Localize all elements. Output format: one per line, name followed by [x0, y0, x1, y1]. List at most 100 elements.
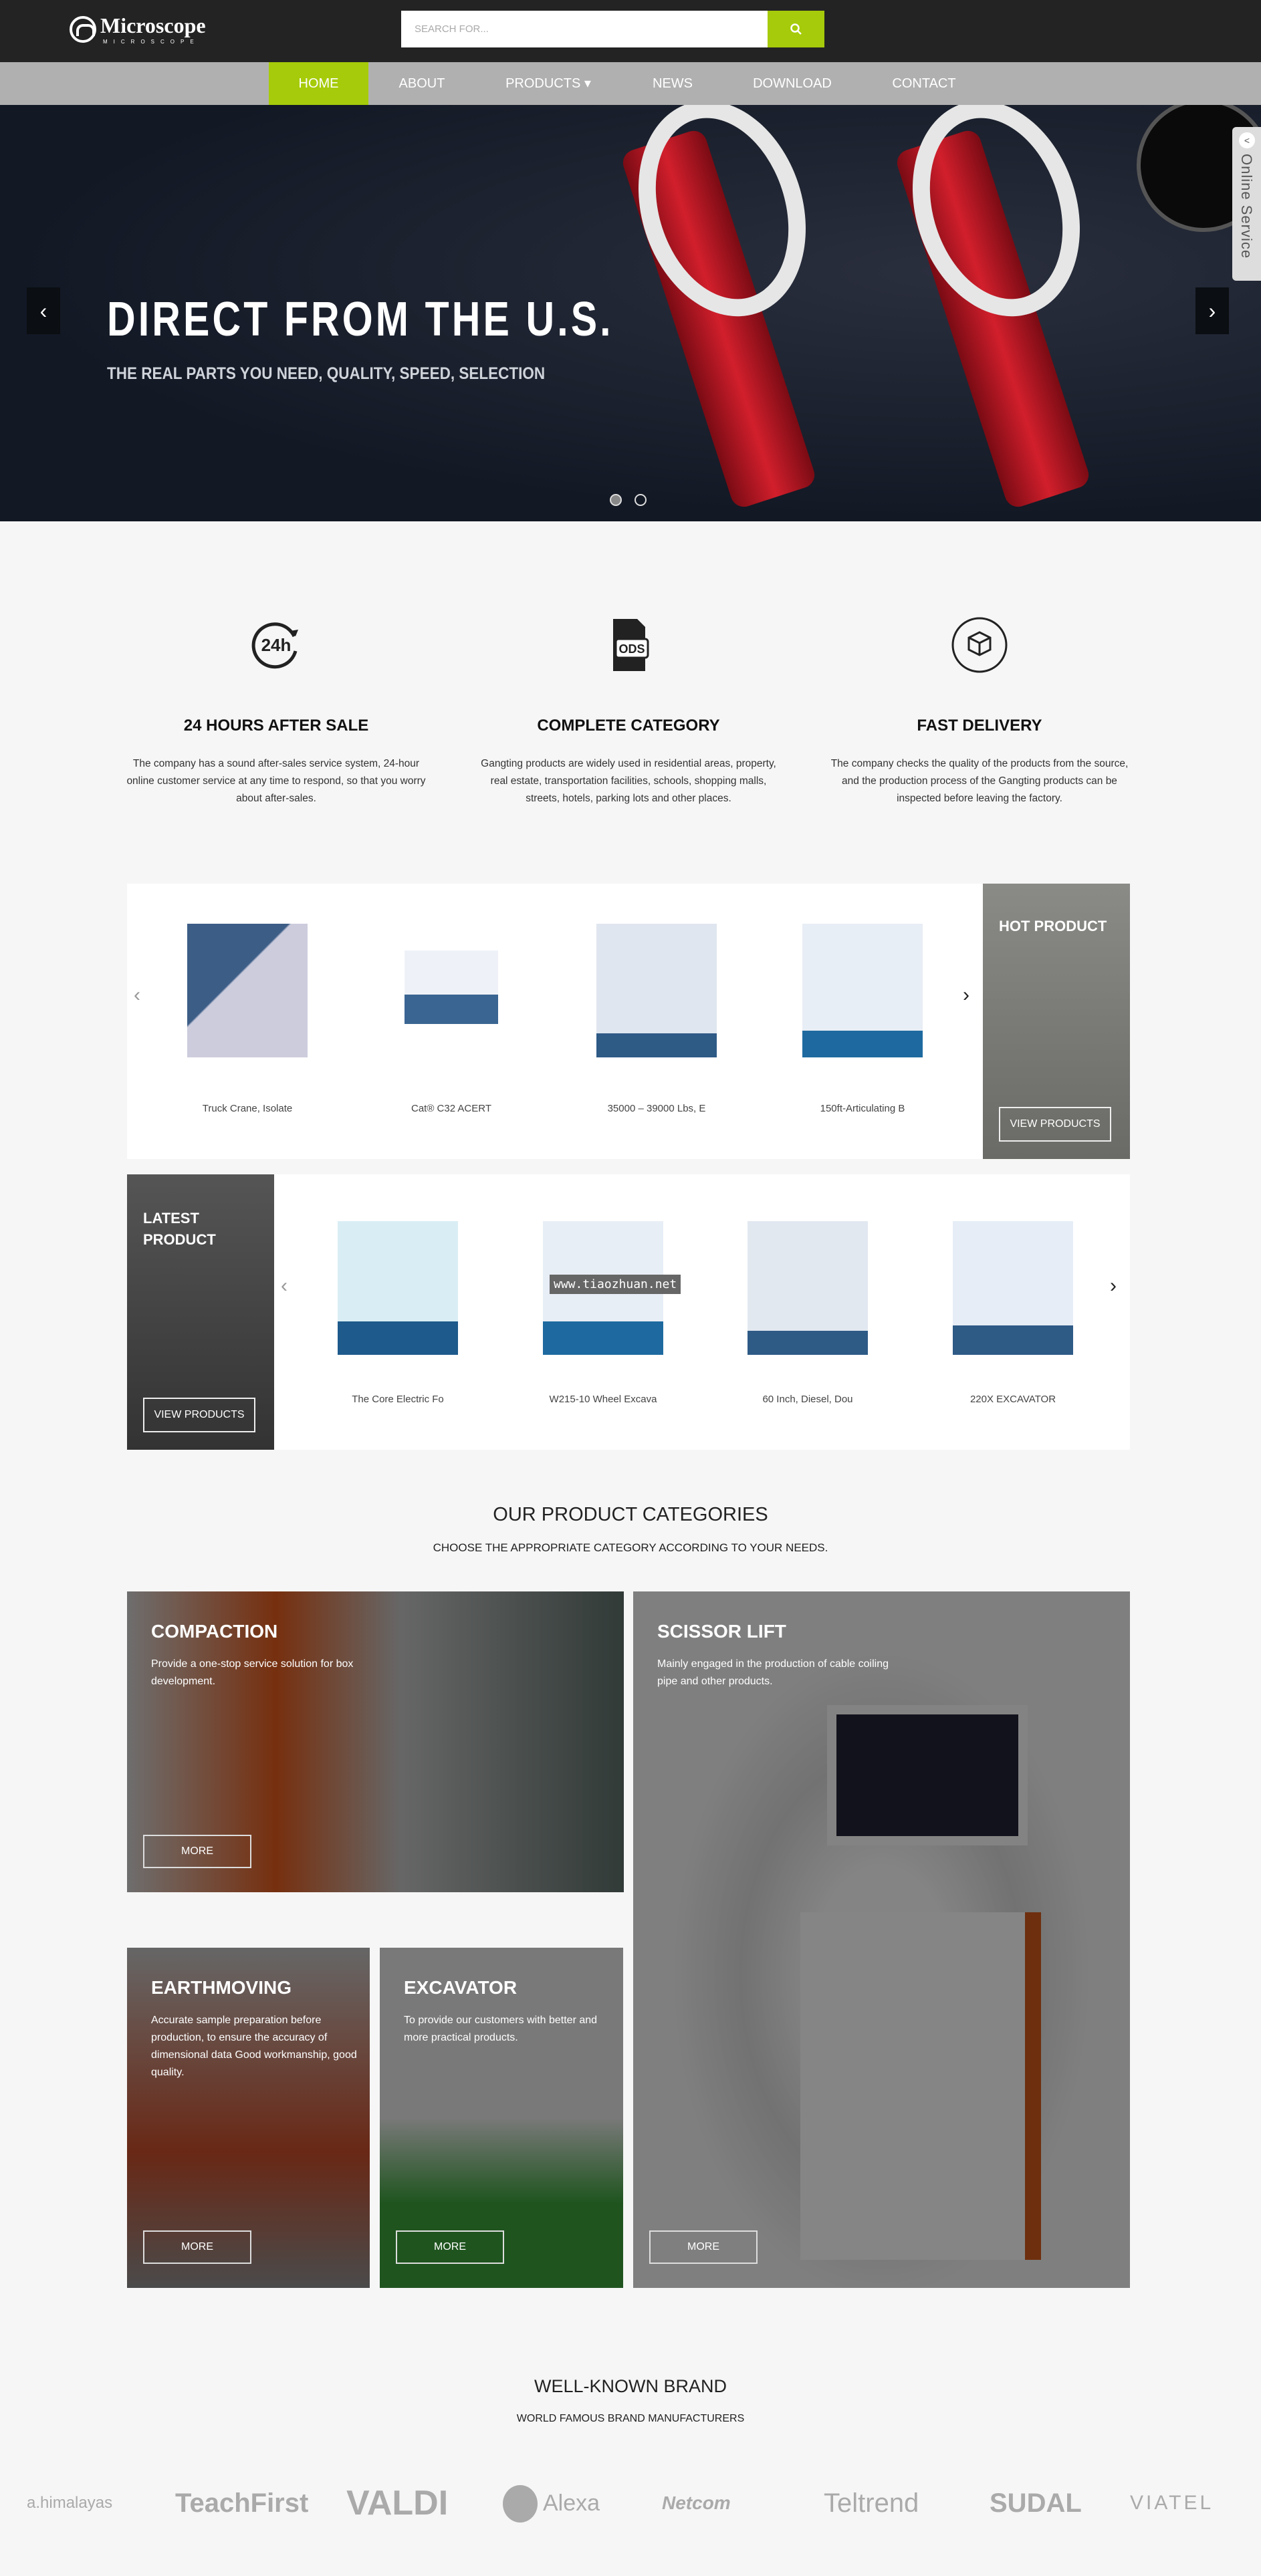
product-card[interactable]: The Core Electric Fo	[311, 1221, 485, 1405]
product-card[interactable]: Truck Crane, Isolate	[160, 924, 334, 1114]
product-name: 220X EXCAVATOR	[969, 1394, 1056, 1405]
feature-title: COMPLETE CATEGORY	[537, 717, 720, 735]
spring-coil	[611, 105, 833, 339]
online-service-tab[interactable]: < Online Service	[1232, 127, 1261, 281]
feature-fast-delivery: FAST DELIVERY The company checks the qua…	[826, 615, 1133, 807]
nav-about[interactable]: ABOUT	[382, 62, 462, 105]
carousel-next-icon[interactable]: ›	[963, 984, 969, 1007]
search-input[interactable]	[401, 11, 768, 47]
product-card[interactable]: 220X EXCAVATOR	[926, 1221, 1100, 1405]
svg-text:ODS: ODS	[618, 642, 645, 656]
brand-logo-valdi[interactable]: VALDI	[346, 2483, 448, 2523]
svg-text:24h: 24h	[261, 635, 292, 655]
hero-prev-button[interactable]: ‹	[27, 287, 60, 334]
categories-title: OUR PRODUCT CATEGORIES	[493, 1504, 768, 1525]
product-name: Cat® C32 ACERT	[411, 1103, 491, 1114]
feature-text: Gangting products are widely used in res…	[481, 758, 776, 804]
slide-dot-1[interactable]	[610, 494, 622, 506]
nav-news[interactable]: NEWS	[633, 62, 713, 105]
product-card[interactable]: Cat® C32 ACERT	[364, 924, 538, 1114]
spring-coil	[885, 105, 1107, 339]
category-text: Accurate sample preparation before produ…	[151, 2015, 357, 2078]
latest-product-panel: LATEST PRODUCT VIEW PRODUCTS	[127, 1174, 274, 1450]
product-image	[405, 950, 498, 1024]
category-earthmoving[interactable]: EARTHMOVING Accurate sample preparation …	[127, 1948, 370, 2288]
category-scissor-lift[interactable]: SCISSOR LIFT Mainly engaged in the produ…	[633, 1591, 1130, 2288]
chevron-left-icon: ‹	[39, 298, 47, 323]
product-name: W215-10 Wheel Excava	[549, 1394, 657, 1405]
carousel-prev-icon[interactable]: ‹	[281, 1275, 288, 1297]
feature-title: FAST DELIVERY	[917, 717, 1042, 735]
product-name: 150ft-Articulating B	[820, 1103, 905, 1114]
hero-slider: DIRECT FROM THE U.S. THE REAL PARTS YOU …	[0, 105, 1261, 521]
product-image	[596, 924, 717, 1057]
category-text: Mainly engaged in the production of cabl…	[657, 1658, 889, 1687]
product-card[interactable]: 35000 – 39000 Lbs, E	[570, 924, 743, 1114]
hero-title: DIRECT FROM THE U.S.	[107, 293, 614, 346]
online-service-label: Online Service	[1238, 154, 1255, 259]
latest-product-title: LATEST PRODUCT	[143, 1208, 216, 1251]
alexa-circle-icon	[503, 2485, 538, 2523]
categories-subtitle: CHOOSE THE APPROPRIATE CATEGORY ACCORDIN…	[433, 1541, 828, 1554]
carousel-prev-icon[interactable]: ‹	[134, 984, 140, 1007]
nav-download[interactable]: DOWNLOAD	[742, 62, 842, 105]
more-button[interactable]: MORE	[649, 2230, 758, 2264]
category-title: SCISSOR LIFT	[657, 1621, 786, 1642]
logo-text: Microscope	[100, 13, 206, 37]
brand-logo-himalayas[interactable]: a.himalayas	[27, 2483, 112, 2523]
ods-file-icon: ODS	[598, 615, 659, 675]
brands-subtitle: WORLD FAMOUS BRAND MANUFACTURERS	[516, 2413, 745, 2424]
brand-logo-netcom[interactable]: Netcom	[662, 2483, 731, 2523]
logo-mark-icon	[70, 16, 96, 43]
nav-contact[interactable]: CONTACT	[877, 62, 971, 105]
product-card[interactable]: 150ft-Articulating B	[776, 924, 949, 1114]
feature-after-sale: 24h 24 HOURS AFTER SALE The company has …	[122, 615, 430, 807]
nav-home[interactable]: HOME	[269, 62, 368, 105]
category-text: To provide our customers with better and…	[404, 2015, 598, 2043]
logo-subtext: MICROSCOPE	[103, 39, 200, 45]
product-name: 60 Inch, Diesel, Dou	[762, 1394, 853, 1405]
product-name: 35000 – 39000 Lbs, E	[607, 1103, 706, 1114]
brands-title: WELL-KNOWN BRAND	[534, 2376, 727, 2396]
carousel-next-icon[interactable]: ›	[1110, 1275, 1117, 1297]
product-image: www.tiaozhuan.net	[543, 1221, 681, 1355]
product-card[interactable]: www.tiaozhuan.net W215-10 Wheel Excava	[516, 1221, 690, 1405]
category-title: COMPACTION	[151, 1621, 278, 1642]
chevron-icon[interactable]: <	[1239, 132, 1255, 148]
watermark-label: www.tiaozhuan.net	[550, 1275, 681, 1294]
product-image	[802, 924, 923, 1057]
brand-logo-teachfirst[interactable]: TeachFirst	[175, 2483, 308, 2523]
slide-dot-2[interactable]	[635, 494, 647, 506]
search-button[interactable]	[768, 11, 824, 47]
view-products-button[interactable]: VIEW PRODUCTS	[143, 1398, 255, 1432]
more-button[interactable]: MORE	[143, 2230, 251, 2264]
logo[interactable]: Microscope MICROSCOPE	[70, 13, 217, 48]
category-compaction[interactable]: COMPACTION Provide a one-stop service so…	[127, 1591, 624, 1892]
category-title: EARTHMOVING	[151, 1977, 292, 1998]
brand-logo-alexa[interactable]: Alexa	[543, 2483, 600, 2523]
search-icon	[790, 23, 802, 35]
hero-subtitle: THE REAL PARTS YOU NEED, QUALITY, SPEED,…	[107, 364, 546, 383]
product-image	[748, 1221, 868, 1355]
feature-title: 24 HOURS AFTER SALE	[183, 717, 369, 735]
more-button[interactable]: MORE	[396, 2230, 504, 2264]
hero-next-button[interactable]: ›	[1195, 287, 1229, 334]
product-name: The Core Electric Fo	[352, 1394, 444, 1405]
product-image	[187, 924, 308, 1057]
brand-logo-teltrend[interactable]: Teltrend	[824, 2483, 919, 2523]
brand-logo-viatel[interactable]: VIATEL	[1130, 2483, 1214, 2523]
more-button[interactable]: MORE	[143, 1835, 251, 1868]
feature-text: The company checks the quality of the pr…	[830, 758, 1129, 804]
latest-title-line1: LATEST	[143, 1210, 199, 1227]
product-card[interactable]: 60 Inch, Diesel, Dou	[721, 1221, 895, 1405]
brand-logo-sudal[interactable]: SUDAL	[990, 2483, 1082, 2523]
category-excavator[interactable]: EXCAVATOR To provide our customers with …	[380, 1948, 623, 2288]
box-icon	[949, 615, 1010, 675]
view-products-button[interactable]: VIEW PRODUCTS	[999, 1107, 1111, 1142]
feature-text: The company has a sound after-sales serv…	[126, 758, 426, 804]
hot-product-carousel: ‹ › Truck Crane, Isolate Cat® C32 ACERT …	[127, 884, 1130, 1159]
image-overlay	[633, 1591, 1130, 2288]
latest-title-line2: PRODUCT	[143, 1231, 216, 1248]
nav-products[interactable]: PRODUCTS ▾	[495, 62, 602, 105]
category-text: Provide a one-stop service solution for …	[151, 1658, 354, 1687]
